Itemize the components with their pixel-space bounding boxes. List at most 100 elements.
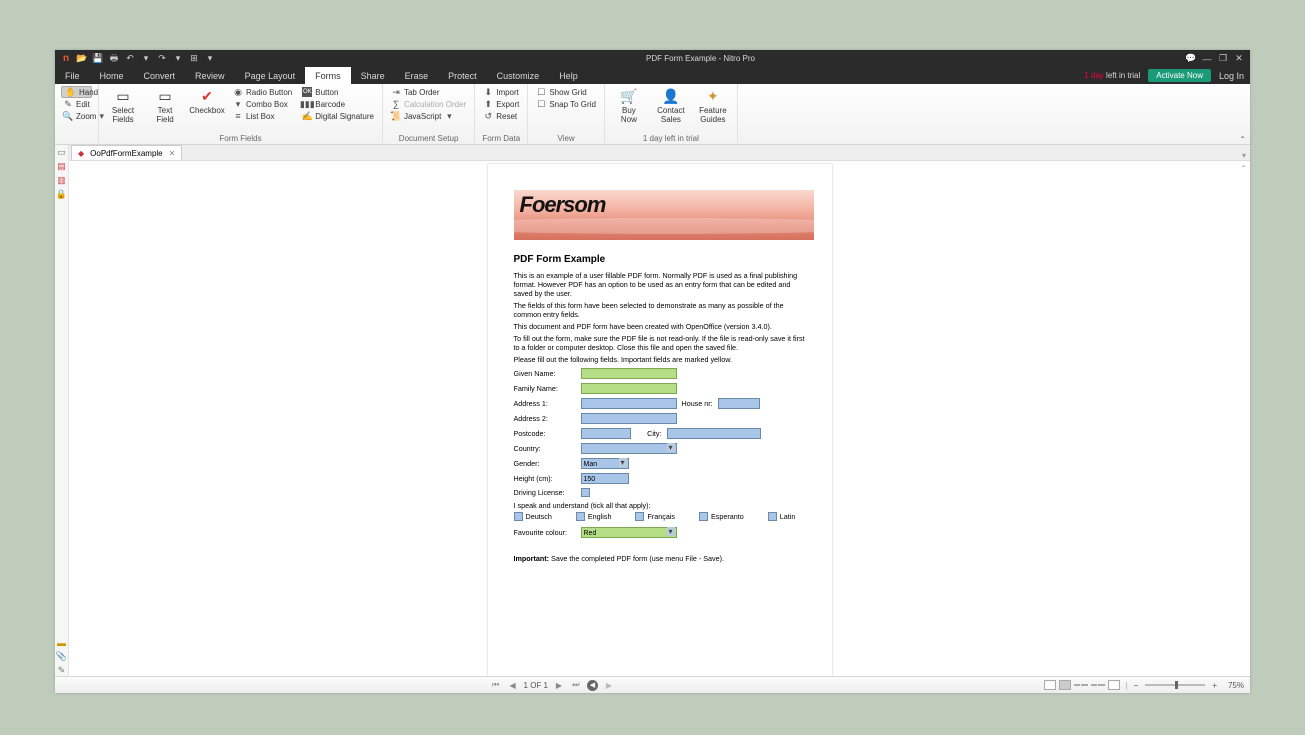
- calculation-order-button[interactable]: ∑Calculation Order: [389, 98, 468, 110]
- menu-erase[interactable]: Erase: [395, 67, 439, 84]
- undo-icon[interactable]: ↶: [125, 54, 135, 64]
- qat-more-icon[interactable]: ⊞: [189, 54, 199, 64]
- nav-forward-button[interactable]: ▶: [603, 679, 615, 691]
- list-box-button[interactable]: ≡List Box: [231, 110, 294, 122]
- reset-button[interactable]: ↺Reset: [481, 110, 521, 122]
- zoom-slider[interactable]: [1145, 684, 1205, 686]
- ribbon-collapse-icon[interactable]: ⌃: [1239, 135, 1246, 144]
- country-select[interactable]: [581, 443, 677, 454]
- digital-signature-button[interactable]: ✍Digital Signature: [300, 110, 376, 122]
- text-field-button[interactable]: ▭Text Field: [147, 86, 183, 125]
- gender-select[interactable]: Man: [581, 458, 629, 469]
- contact-sales-button[interactable]: 👤ContactSales: [653, 86, 689, 125]
- family-name-field[interactable]: [581, 383, 677, 394]
- menu-home[interactable]: Home: [90, 67, 134, 84]
- first-page-button[interactable]: ⏮: [490, 679, 502, 691]
- bookmarks-panel-icon[interactable]: ▤: [57, 161, 66, 172]
- minimize-icon[interactable]: —: [1202, 54, 1212, 64]
- show-grid-toggle[interactable]: ☐Show Grid: [534, 86, 598, 98]
- javascript-button[interactable]: 📜JavaScript▾: [389, 110, 468, 122]
- menu-customize[interactable]: Customize: [487, 67, 550, 84]
- lang-eo-checkbox[interactable]: [699, 512, 708, 521]
- pages-panel-icon[interactable]: ▭: [57, 147, 66, 158]
- select-fields-button[interactable]: ▭Select Fields: [105, 86, 141, 125]
- last-page-button[interactable]: ⏭: [570, 679, 582, 691]
- feature-guides-button[interactable]: ✦FeatureGuides: [695, 86, 731, 125]
- ribbon-group-view: View: [534, 134, 598, 144]
- activate-button[interactable]: Activate Now: [1148, 69, 1211, 82]
- document-tab-label: OoPdfFormExample: [90, 149, 162, 158]
- driving-license-checkbox[interactable]: [581, 488, 590, 497]
- house-nr-field[interactable]: [718, 398, 760, 409]
- checkbox-button[interactable]: ✔Checkbox: [189, 86, 225, 116]
- save-icon[interactable]: 💾: [93, 54, 103, 64]
- qat-dropdown2-icon[interactable]: ▾: [173, 54, 183, 64]
- nav-back-button[interactable]: ◀: [587, 680, 598, 691]
- address1-field[interactable]: [581, 398, 677, 409]
- next-page-button[interactable]: ▶: [553, 679, 565, 691]
- document-tab[interactable]: ◆ OoPdfFormExample ✕: [71, 145, 182, 160]
- maximize-icon[interactable]: ❐: [1218, 54, 1228, 64]
- page-canvas[interactable]: ⌃ Foersom PDF Form Example This is an ex…: [69, 161, 1250, 676]
- lang-de-checkbox[interactable]: [514, 512, 523, 521]
- menu-share[interactable]: Share: [351, 67, 395, 84]
- zoom-level[interactable]: 75%: [1228, 681, 1244, 690]
- single-page-view-button[interactable]: [1044, 680, 1056, 690]
- buy-now-button[interactable]: 🛒BuyNow: [611, 86, 647, 125]
- qat-dropdown3-icon[interactable]: ▾: [205, 54, 215, 64]
- comment-panel-icon[interactable]: ▬: [57, 638, 66, 648]
- continuous-view-button[interactable]: [1059, 680, 1071, 690]
- lang-en-checkbox[interactable]: [576, 512, 585, 521]
- hand-tool-button[interactable]: ✋Hand: [61, 86, 92, 98]
- export-button[interactable]: ⬆Export: [481, 98, 521, 110]
- height-field[interactable]: 150: [581, 473, 629, 484]
- menu-forms[interactable]: Forms: [305, 67, 351, 84]
- fullscreen-view-button[interactable]: [1108, 680, 1120, 690]
- menu-convert[interactable]: Convert: [134, 67, 186, 84]
- close-icon[interactable]: ✕: [1234, 54, 1244, 64]
- scroll-up-icon[interactable]: ⌃: [1240, 164, 1247, 173]
- lang-fr-checkbox[interactable]: [635, 512, 644, 521]
- lang-la-checkbox[interactable]: [768, 512, 777, 521]
- button-field-button[interactable]: OKButton: [300, 86, 376, 98]
- menu-file[interactable]: File: [55, 67, 90, 84]
- combo-box-button[interactable]: ▾Combo Box: [231, 98, 294, 110]
- layers-panel-icon[interactable]: ▥: [57, 175, 66, 186]
- fav-colour-select[interactable]: Red: [581, 527, 677, 538]
- login-button[interactable]: Log In: [1219, 71, 1244, 81]
- redo-icon[interactable]: ↷: [157, 54, 167, 64]
- snap-grid-toggle[interactable]: ☐Snap To Grid: [534, 98, 598, 110]
- import-button[interactable]: ⬇Import: [481, 86, 521, 98]
- zoom-out-button[interactable]: −: [1134, 681, 1139, 690]
- text-field-icon: ▭: [156, 88, 174, 106]
- edit-tool-button[interactable]: ✎Edit: [61, 98, 92, 110]
- tab-overflow-icon[interactable]: ▾: [1242, 151, 1250, 160]
- given-name-field[interactable]: [581, 368, 677, 379]
- attach-panel-icon[interactable]: 📎: [56, 651, 67, 662]
- facing-view-button[interactable]: [1074, 684, 1088, 686]
- sign-panel-icon[interactable]: ✎: [58, 665, 66, 676]
- menu-page-layout[interactable]: Page Layout: [235, 67, 306, 84]
- menu-review[interactable]: Review: [185, 67, 235, 84]
- open-icon[interactable]: 📂: [77, 54, 87, 64]
- menu-protect[interactable]: Protect: [438, 67, 487, 84]
- tab-order-icon: ⇥: [391, 87, 401, 97]
- city-field[interactable]: [667, 428, 761, 439]
- tab-close-icon[interactable]: ✕: [169, 149, 176, 158]
- tab-order-button[interactable]: ⇥Tab Order: [389, 86, 468, 98]
- facing-continuous-view-button[interactable]: [1091, 684, 1105, 686]
- ribbon: ✋Hand ✎Edit 🔍Zoom▾ ▭Select Fields ▭Text …: [55, 84, 1250, 145]
- qat-dropdown-icon[interactable]: ▾: [141, 54, 151, 64]
- label-address2: Address 2:: [514, 414, 576, 423]
- chat-icon[interactable]: 💬: [1186, 54, 1196, 64]
- address2-field[interactable]: [581, 413, 677, 424]
- barcode-button[interactable]: ▮▮▮Barcode: [300, 98, 376, 110]
- radio-button-button[interactable]: ◉Radio Button: [231, 86, 294, 98]
- zoom-in-button[interactable]: +: [1212, 681, 1217, 690]
- postcode-field[interactable]: [581, 428, 631, 439]
- security-panel-icon[interactable]: 🔒: [56, 189, 67, 200]
- print-icon[interactable]: 🖶: [109, 54, 119, 64]
- menu-help[interactable]: Help: [549, 67, 588, 84]
- prev-page-button[interactable]: ◀: [507, 679, 519, 691]
- zoom-tool-button[interactable]: 🔍Zoom▾: [61, 110, 92, 122]
